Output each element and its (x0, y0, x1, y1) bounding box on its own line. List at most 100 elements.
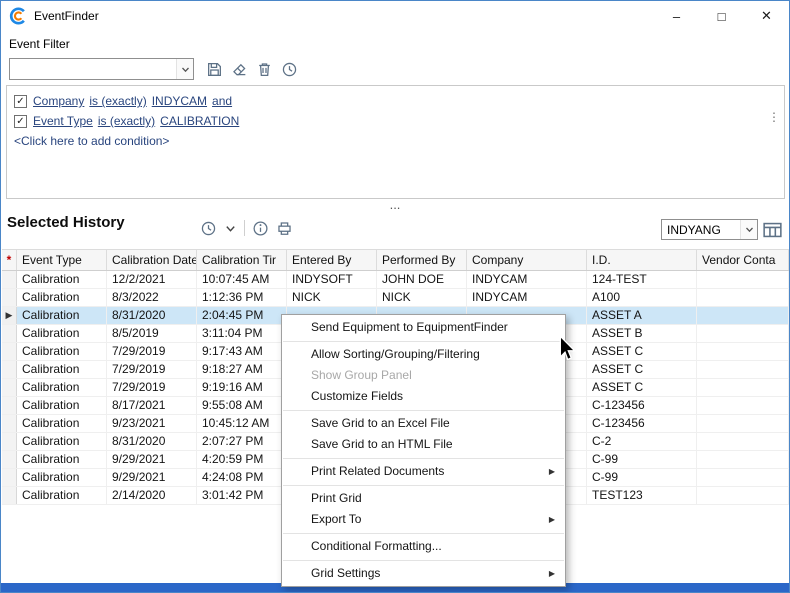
grid-cell[interactable]: INDYCAM (467, 271, 587, 288)
condition-link[interactable]: INDYCAM (152, 94, 207, 108)
grid-cell[interactable]: 4:20:59 PM (197, 451, 287, 468)
condition-checkbox-icon[interactable]: ✓ (14, 115, 27, 128)
grid-cell[interactable]: 1:12:36 PM (197, 289, 287, 306)
save-filter-icon[interactable] (206, 61, 223, 78)
menu-item[interactable]: Save Grid to an HTML File (282, 434, 565, 455)
grid-cell[interactable]: 9/23/2021 (107, 415, 197, 432)
condition-link[interactable]: Company (33, 94, 84, 108)
grid-cell[interactable]: 8/31/2020 (107, 307, 197, 324)
menu-item[interactable]: Save Grid to an Excel File (282, 413, 565, 434)
grid-row[interactable]: Calibration8/3/20221:12:36 PMNICKNICKIND… (2, 289, 789, 307)
grid-cell[interactable]: Calibration (17, 361, 107, 378)
grid-cell[interactable]: 9:18:27 AM (197, 361, 287, 378)
grid-cell[interactable]: 12/2/2021 (107, 271, 197, 288)
grid-cell[interactable]: C-99 (587, 469, 697, 486)
menu-item[interactable]: Conditional Formatting... (282, 536, 565, 557)
grid-cell[interactable]: 2:04:45 PM (197, 307, 287, 324)
column-header[interactable]: Vendor Conta (697, 250, 789, 270)
grid-cell[interactable] (697, 361, 789, 378)
condition-link[interactable]: Event Type (33, 114, 93, 128)
print-icon[interactable] (276, 220, 293, 237)
grid-cell[interactable]: C-123456 (587, 397, 697, 414)
grid-cell[interactable]: Calibration (17, 487, 107, 504)
grid-cell[interactable]: 2/14/2020 (107, 487, 197, 504)
delete-filter-icon[interactable] (256, 61, 273, 78)
column-header[interactable]: Calibration Date (107, 250, 197, 270)
grid-cell[interactable] (697, 397, 789, 414)
grid-cell[interactable]: 7/29/2019 (107, 379, 197, 396)
grid-cell[interactable]: 8/3/2022 (107, 289, 197, 306)
grid-cell[interactable] (697, 451, 789, 468)
grid-cell[interactable]: INDYCAM (467, 289, 587, 306)
condition-link[interactable]: is (exactly) (89, 94, 146, 108)
menu-item[interactable]: Print Grid (282, 488, 565, 509)
condition-link[interactable]: CALIBRATION (160, 114, 239, 128)
close-button[interactable]: ✕ (744, 1, 789, 31)
column-header[interactable]: Event Type (17, 250, 107, 270)
grid-cell[interactable]: 9/29/2021 (107, 451, 197, 468)
grid-cell[interactable]: A100 (587, 289, 697, 306)
grid-cell[interactable]: C-123456 (587, 415, 697, 432)
condition-link[interactable]: and (212, 94, 232, 108)
minimize-button[interactable]: – (654, 1, 699, 31)
grid-cell[interactable] (697, 415, 789, 432)
combo-dropdown-icon[interactable] (740, 220, 757, 239)
grid-cell[interactable]: ASSET B (587, 325, 697, 342)
grid-cell[interactable]: Calibration (17, 451, 107, 468)
grid-cell[interactable]: 3:11:04 PM (197, 325, 287, 342)
grid-cell[interactable]: NICK (377, 289, 467, 306)
grid-cell[interactable]: 10:07:45 AM (197, 271, 287, 288)
grid-cell[interactable] (697, 343, 789, 360)
filter-combobox[interactable] (9, 58, 194, 80)
grid-cell[interactable]: 10:45:12 AM (197, 415, 287, 432)
grid-cell[interactable]: Calibration (17, 271, 107, 288)
splitter-handle-icon[interactable]: ... (1, 200, 789, 209)
grid-cell[interactable]: Calibration (17, 433, 107, 450)
grid-cell[interactable]: Calibration (17, 307, 107, 324)
grid-cell[interactable]: 8/17/2021 (107, 397, 197, 414)
column-header[interactable]: Calibration Tir (197, 250, 287, 270)
grid-cell[interactable]: 9:55:08 AM (197, 397, 287, 414)
grid-cell[interactable]: 7/29/2019 (107, 361, 197, 378)
grid-cell[interactable]: 9/29/2021 (107, 469, 197, 486)
site-combobox[interactable]: INDYANG (661, 219, 758, 240)
grid-cell[interactable]: ASSET A (587, 307, 697, 324)
grid-cell[interactable]: JOHN DOE (377, 271, 467, 288)
add-condition-link[interactable]: <Click here to add condition> (14, 134, 777, 148)
grid-cell[interactable] (697, 379, 789, 396)
grid-cell[interactable]: 8/31/2020 (107, 433, 197, 450)
grid-cell[interactable] (697, 271, 789, 288)
grid-cell[interactable]: 9:19:16 AM (197, 379, 287, 396)
grid-cell[interactable] (697, 469, 789, 486)
grid-cell[interactable]: Calibration (17, 397, 107, 414)
menu-item[interactable]: Export To▶ (282, 509, 565, 530)
grid-layout-icon[interactable] (762, 221, 783, 239)
clear-filter-icon[interactable] (231, 61, 248, 78)
grid-cell[interactable] (697, 289, 789, 306)
grid-cell[interactable]: Calibration (17, 289, 107, 306)
grid-cell[interactable]: 7/29/2019 (107, 343, 197, 360)
column-header[interactable]: Company (467, 250, 587, 270)
menu-item[interactable]: Customize Fields (282, 386, 565, 407)
grid-cell[interactable]: Calibration (17, 415, 107, 432)
grid-cell[interactable] (697, 307, 789, 324)
filter-history-clock-icon[interactable] (281, 61, 298, 78)
grid-cell[interactable] (697, 433, 789, 450)
grid-cell[interactable]: 9:17:43 AM (197, 343, 287, 360)
grid-cell[interactable]: ASSET C (587, 361, 697, 378)
chevron-down-icon[interactable] (224, 222, 237, 235)
grid-cell[interactable]: NICK (287, 289, 377, 306)
grid-cell[interactable]: Calibration (17, 343, 107, 360)
grid-cell[interactable]: TEST123 (587, 487, 697, 504)
history-clock-icon[interactable] (200, 220, 217, 237)
grid-cell[interactable]: C-2 (587, 433, 697, 450)
maximize-button[interactable]: □ (699, 1, 744, 31)
grid-cell[interactable]: C-99 (587, 451, 697, 468)
condition-link[interactable]: is (exactly) (98, 114, 155, 128)
grid-cell[interactable]: ASSET C (587, 379, 697, 396)
menu-item[interactable]: Print Related Documents▶ (282, 461, 565, 482)
grid-cell[interactable] (697, 325, 789, 342)
grid-cell[interactable]: 2:07:27 PM (197, 433, 287, 450)
condition-checkbox-icon[interactable]: ✓ (14, 95, 27, 108)
grid-cell[interactable]: Calibration (17, 325, 107, 342)
